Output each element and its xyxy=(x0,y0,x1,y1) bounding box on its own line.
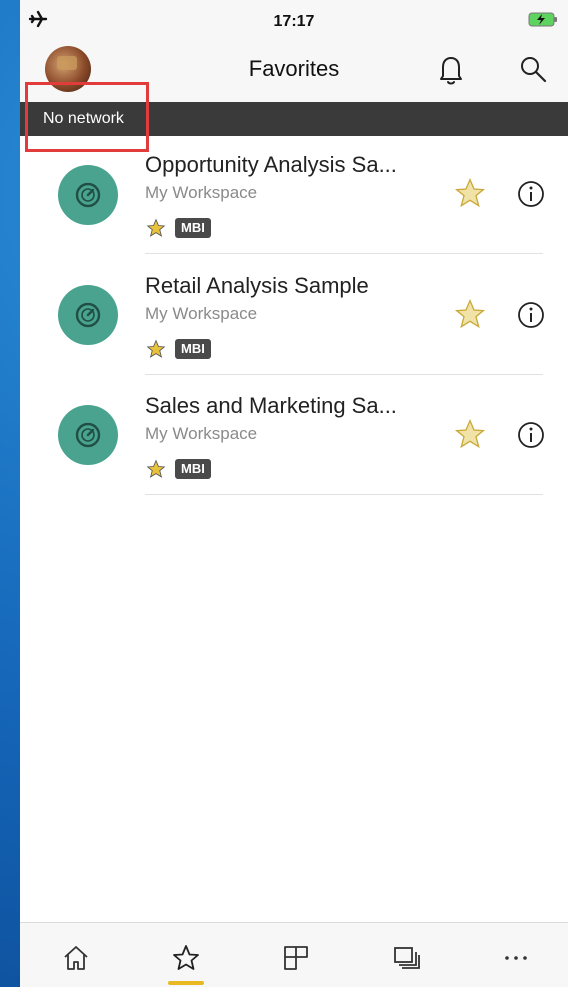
favorite-star-icon[interactable] xyxy=(454,418,486,450)
notifications-bell-icon[interactable] xyxy=(438,54,464,86)
item-badge: MBI xyxy=(175,339,211,359)
list-item[interactable]: Retail Analysis Sample My Workspace MBI xyxy=(20,257,568,377)
status-time: 17:17 xyxy=(273,13,315,30)
item-divider xyxy=(145,253,543,254)
item-workspace: My Workspace xyxy=(145,304,258,323)
favorite-star-icon xyxy=(146,218,166,237)
selected-tab-indicator xyxy=(168,981,204,985)
favorite-star-icon xyxy=(146,459,166,478)
info-icon[interactable] xyxy=(516,420,546,450)
dashboard-gauge-icon xyxy=(75,182,101,208)
item-workspace: My Workspace xyxy=(145,183,258,202)
dashboard-gauge-icon xyxy=(75,302,101,328)
dashboard-gauge-icon xyxy=(75,422,101,448)
battery-charging-icon xyxy=(528,12,557,27)
item-name[interactable]: Opportunity Analysis Sa... xyxy=(145,152,397,178)
info-icon[interactable] xyxy=(516,179,546,209)
search-icon[interactable] xyxy=(518,54,548,84)
more-icon[interactable] xyxy=(501,943,531,973)
dashboard-tile xyxy=(58,165,118,225)
dashboard-tile xyxy=(58,285,118,345)
page-title: Favorites xyxy=(248,56,340,81)
apps-icon[interactable] xyxy=(391,943,421,973)
phone-screen: 17:17 Favorites No network Opportunity A… xyxy=(20,0,568,987)
bottom-tab-bar xyxy=(20,922,568,987)
info-icon[interactable] xyxy=(516,300,546,330)
workspaces-icon[interactable] xyxy=(281,943,311,973)
favorite-star-icon xyxy=(146,339,166,358)
home-icon[interactable] xyxy=(61,943,91,973)
item-name[interactable]: Retail Analysis Sample xyxy=(145,273,369,299)
item-divider xyxy=(145,494,543,495)
item-name[interactable]: Sales and Marketing Sa... xyxy=(145,393,397,419)
item-divider xyxy=(145,374,543,375)
favorite-star-icon[interactable] xyxy=(454,298,486,330)
item-badge: MBI xyxy=(175,459,211,479)
dashboard-tile xyxy=(58,405,118,465)
item-workspace: My Workspace xyxy=(145,424,258,443)
item-badge: MBI xyxy=(175,218,211,238)
list-item[interactable]: Sales and Marketing Sa... My Workspace M… xyxy=(20,377,568,497)
favorite-star-icon[interactable] xyxy=(454,177,486,209)
status-bar: 17:17 xyxy=(20,0,568,40)
star-icon[interactable] xyxy=(171,943,201,973)
list-item[interactable]: Opportunity Analysis Sa... My Workspace … xyxy=(20,136,568,256)
